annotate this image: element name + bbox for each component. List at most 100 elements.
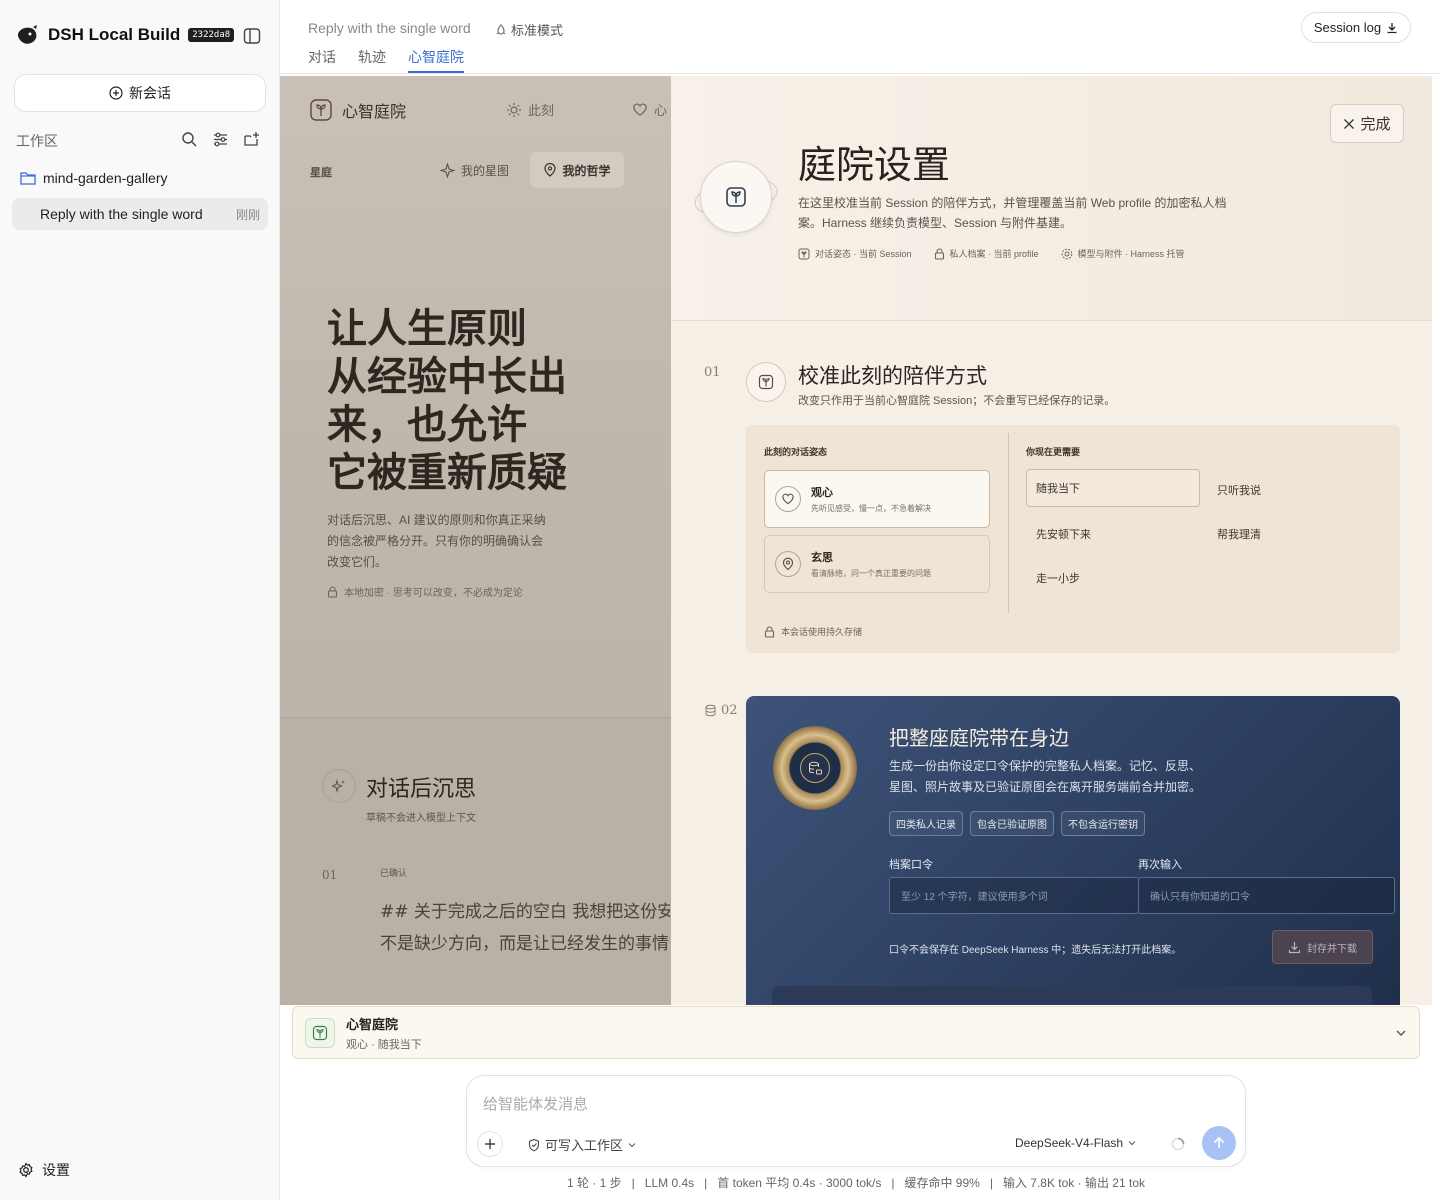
garden-nav-heart[interactable]: 心: [632, 100, 667, 119]
tag-text: 对话姿态 · 当前 Session: [815, 249, 912, 259]
workspace-label: 工作区: [16, 133, 58, 149]
brand: DSH Local Build 2322da8: [16, 24, 235, 46]
search-icon[interactable]: [181, 131, 198, 148]
workspace-folder[interactable]: mind-garden-gallery: [20, 170, 168, 186]
need-option[interactable]: 先安顿下来: [1036, 526, 1091, 542]
section1-icon-wrap: [746, 362, 786, 402]
mood-option-observe[interactable]: 观心 先听见感受，慢一点，不急着解决: [764, 470, 990, 528]
session-log-button[interactable]: Session log: [1301, 12, 1411, 43]
garden-logo[interactable]: 心智庭院: [310, 98, 406, 122]
compass-pin-icon: [775, 551, 801, 577]
attach-button[interactable]: [477, 1131, 503, 1157]
settings-tags: 对话姿态 · 当前 Session 私人档案 · 当前 profile 模型与附…: [798, 247, 1185, 260]
archive-title: 把整座庭院带在身边: [889, 726, 1069, 750]
add-folder-icon[interactable]: [243, 131, 260, 148]
archive-chip: 不包含运行密钥: [1061, 811, 1145, 836]
model-select[interactable]: DeepSeek-V4-Flash: [1015, 1136, 1137, 1150]
sprout-context-icon: [305, 1017, 335, 1048]
sprout-small-icon: [798, 248, 810, 260]
settings-label: 设置: [42, 1162, 70, 1178]
post-chat-title: 对话后沉思: [366, 777, 477, 802]
tab-chat[interactable]: 对话: [308, 47, 336, 73]
filter-icon[interactable]: [212, 131, 229, 148]
post-chat-number: 01: [322, 868, 338, 882]
mode-indicator[interactable]: 标准模式: [494, 20, 563, 39]
chevron-down-icon: [1127, 1138, 1137, 1148]
shield-edit-icon: [527, 1138, 541, 1152]
done-button[interactable]: 完成: [1330, 104, 1404, 143]
sidebar-toggle-icon[interactable]: [243, 27, 261, 45]
session-log-label: Session log: [1313, 20, 1382, 35]
mood-option-contemplate[interactable]: 玄思 看清脉络，问一个真正重要的问题: [764, 535, 990, 593]
context-subtitle: 观心 · 随我当下: [346, 1038, 422, 1051]
mood-name: 玄思: [811, 552, 833, 564]
app-title: DSH Local Build: [48, 25, 181, 44]
build-badge: 2322da8: [188, 28, 235, 42]
storage-note: 本会话使用持久存储: [764, 625, 862, 638]
mood-desc: 先听见感受，慢一点，不急着解决: [811, 504, 931, 513]
arrow-up-icon: [1212, 1136, 1226, 1150]
compass-pin-icon: [543, 163, 557, 177]
mood-text: 玄思 看清脉络，问一个真正重要的问题: [811, 549, 931, 579]
sprout-badge-icon: [725, 186, 747, 208]
archive-medal-core: [800, 753, 830, 783]
need-option-selected[interactable]: 随我当下: [1026, 469, 1200, 507]
need-option[interactable]: 走一小步: [1036, 570, 1080, 586]
sparkle-icon: [440, 163, 455, 178]
hero-note-text: 本地加密 · 思考可以改变，不必成为定论: [344, 588, 523, 599]
tab-mind-garden[interactable]: 心智庭院: [408, 47, 464, 73]
post-chat-section: [280, 717, 671, 1005]
archive-chips: 四类私人记录 包含已验证原图 不包含运行密钥: [889, 811, 1145, 836]
tab-trace[interactable]: 轨迹: [358, 47, 386, 73]
section2-number-text: 02: [721, 703, 738, 718]
passphrase-warning: 口令不会保存在 DeepSeek Harness 中；遗失后无法打开此档案。: [889, 945, 1182, 956]
stance-heading: 此刻的对话姿态: [764, 447, 828, 457]
section2-number: 02: [704, 703, 738, 718]
session-item[interactable]: Reply with the single word 刚刚: [12, 198, 268, 230]
send-button[interactable]: [1202, 1126, 1236, 1160]
need-option[interactable]: 只听我说: [1217, 482, 1261, 498]
session-time: 刚刚: [235, 207, 260, 222]
lock-icon: [764, 625, 775, 638]
passphrase-input[interactable]: 至少 12 个字符，建议使用多个词: [889, 877, 1139, 914]
hero-line: 来，也允许: [327, 401, 527, 448]
settings-button[interactable]: 设置: [18, 1160, 70, 1180]
workspace-permission-select[interactable]: 可写入工作区: [527, 1135, 637, 1154]
folder-icon: [20, 171, 36, 185]
archive-chip: 四类私人记录: [889, 811, 963, 836]
garden-context-bar[interactable]: 心智庭院 观心 · 随我当下: [292, 1006, 1420, 1059]
hero-note: 本地加密 · 思考可以改变，不必成为定论: [327, 584, 523, 599]
sun-icon: [506, 102, 522, 118]
message-input[interactable]: 给智能体发消息: [483, 1093, 588, 1114]
tag-text: 私人档案 · 当前 profile: [949, 249, 1039, 259]
new-chat-button[interactable]: 新会话: [14, 74, 266, 112]
garden-nav-now[interactable]: 此刻: [506, 100, 554, 119]
post-chat-draft: ## 关于完成之后的空白 我想把这份安静留久一 不是缺少方向，而是让已经发生的事…: [380, 896, 670, 960]
session-header-title: Reply with the single word: [308, 20, 471, 36]
mode-label: 标准模式: [511, 23, 564, 38]
hero-line: 从经验中长出: [327, 353, 567, 400]
companion-calibration-card: 此刻的对话姿态 你现在更需要 观心 先听见感受，慢一点，不急着解决 玄思 看清脉…: [746, 425, 1400, 653]
my-philosophy-tab[interactable]: 我的哲学: [530, 152, 624, 188]
sparkles-icon: [331, 778, 347, 794]
database-lock-icon: [807, 760, 823, 776]
garden-nav-heart-label: 心: [654, 103, 668, 118]
model-label: DeepSeek-V4-Flash: [1015, 1136, 1124, 1150]
my-star-map-tab[interactable]: 我的星图: [440, 162, 509, 179]
new-chat-label: 新会话: [129, 85, 171, 101]
need-option[interactable]: 帮我理清: [1217, 526, 1261, 542]
section1-subtitle: 改变只作用于当前心智庭院 Session；不会重写已经保存的记录。: [798, 395, 1116, 407]
repeat-passphrase-input[interactable]: 确认只有你知道的口令: [1138, 877, 1395, 914]
seal-download-button[interactable]: 封存并下载: [1272, 930, 1373, 964]
chevron-down-icon[interactable]: [1395, 1027, 1407, 1039]
mind-garden-view: 心智庭院 此刻 心 星庭 我的星图 我的哲学 让人生原则 从经验中长出 来，也允…: [280, 76, 1432, 1005]
message-composer: 给智能体发消息 可写入工作区 DeepSeek-V4-Flash: [466, 1075, 1246, 1167]
chevron-down-icon: [627, 1140, 637, 1150]
calibration-divider: [1008, 433, 1009, 613]
post-chat-icon-wrap: [322, 769, 356, 803]
workspace-permission-label: 可写入工作区: [545, 1138, 624, 1153]
heart-icon: [775, 486, 801, 512]
repeat-passphrase-label: 再次输入: [1138, 859, 1182, 871]
context-title: 心智庭院: [346, 1016, 399, 1032]
tag-text: 模型与附件 · Harness 托管: [1077, 249, 1185, 259]
